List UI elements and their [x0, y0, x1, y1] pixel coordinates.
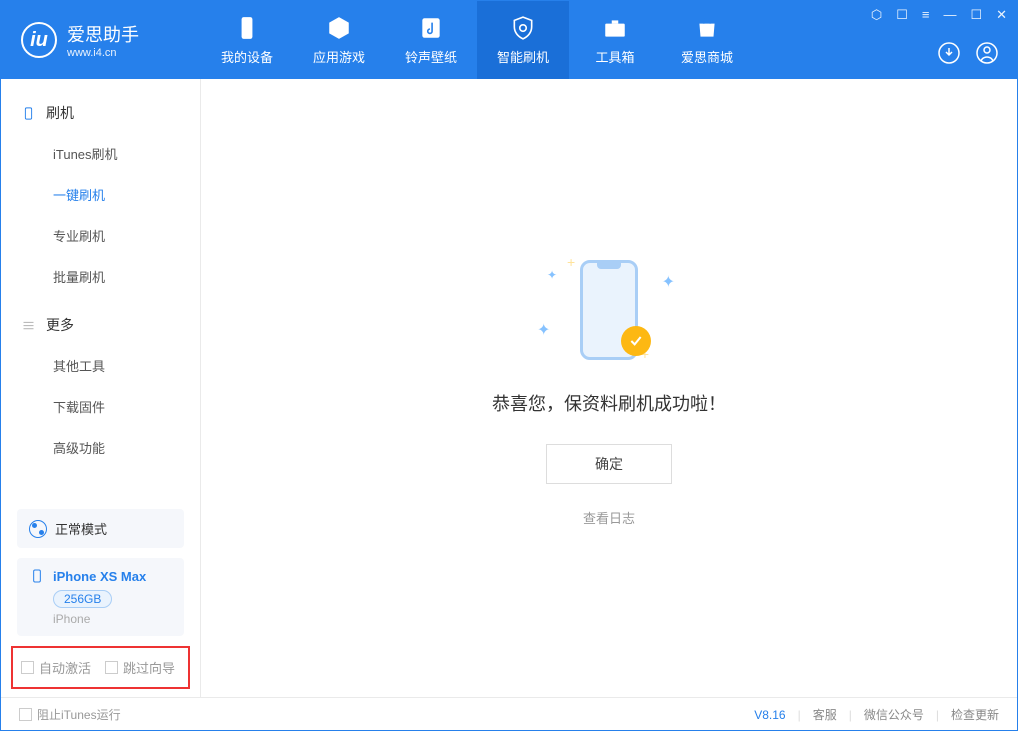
tab-toolbox[interactable]: 工具箱: [569, 1, 661, 79]
sidebar: 刷机 iTunes刷机 一键刷机 专业刷机 批量刷机 更多 其他工具 下载固件 …: [1, 79, 201, 697]
view-log-link[interactable]: 查看日志: [583, 508, 635, 527]
nav-tabs: 我的设备 应用游戏 铃声壁纸 智能刷机 工具箱 爱思商城: [201, 1, 753, 79]
device-type: iPhone: [53, 612, 172, 626]
checkbox-label: 阻止iTunes运行: [37, 706, 121, 723]
checkbox-icon: [105, 661, 118, 674]
menu-icon[interactable]: ≡: [922, 7, 930, 23]
checkbox-label: 自动激活: [39, 658, 91, 677]
music-icon: [418, 15, 444, 41]
tab-label: 爱思商城: [681, 47, 733, 66]
checkbox-icon: [21, 661, 34, 674]
minimize-button[interactable]: —: [943, 7, 956, 23]
device-mode-card[interactable]: 正常模式: [17, 509, 184, 548]
sidebar-header-label: 刷机: [46, 103, 74, 123]
tab-smart-flash[interactable]: 智能刷机: [477, 1, 569, 79]
app-title: 爱思助手: [67, 21, 139, 47]
mode-icon: [29, 520, 47, 538]
close-button[interactable]: ✕: [996, 7, 1007, 23]
checkmark-badge-icon: [621, 326, 651, 356]
cube-icon: [326, 15, 352, 41]
header-actions: [937, 41, 999, 65]
app-header: iu 爱思助手 www.i4.cn 我的设备 应用游戏 铃声壁纸 智能刷机 工具…: [1, 1, 1017, 79]
shirt-icon[interactable]: ⬡: [871, 7, 882, 23]
tab-apps-games[interactable]: 应用游戏: [293, 1, 385, 79]
main-content: ✦ ✦ ✦ + + 恭喜您，保资料刷机成功啦！ 确定 查看日志: [201, 79, 1017, 697]
sidebar-header-more: 更多: [1, 305, 200, 345]
toolbox-icon: [602, 15, 628, 41]
device-icon: [21, 106, 36, 121]
app-url: www.i4.cn: [67, 47, 139, 59]
bag-icon: [694, 15, 720, 41]
maximize-button[interactable]: ☐: [970, 7, 982, 23]
checkbox-skip-guide[interactable]: 跳过向导: [105, 658, 175, 677]
sidebar-item-itunes-flash[interactable]: iTunes刷机: [1, 133, 200, 174]
window-controls: ⬡ ☐ ≡ — ☐ ✕: [871, 7, 1007, 23]
device-mode-label: 正常模式: [55, 519, 107, 538]
feedback-icon[interactable]: ☐: [896, 7, 908, 23]
success-illustration: ✦ ✦ ✦ + +: [529, 250, 689, 370]
tab-ringtones[interactable]: 铃声壁纸: [385, 1, 477, 79]
tab-label: 铃声壁纸: [405, 47, 457, 66]
wechat-link[interactable]: 微信公众号: [864, 706, 924, 723]
tab-label: 应用游戏: [313, 47, 365, 66]
tab-my-device[interactable]: 我的设备: [201, 1, 293, 79]
sidebar-item-batch-flash[interactable]: 批量刷机: [1, 256, 200, 297]
sidebar-item-other-tools[interactable]: 其他工具: [1, 345, 200, 386]
device-storage: 256GB: [53, 590, 112, 608]
success-message: 恭喜您，保资料刷机成功啦！: [492, 390, 726, 416]
sidebar-item-advanced[interactable]: 高级功能: [1, 427, 200, 468]
checkbox-label: 跳过向导: [123, 658, 175, 677]
ok-button[interactable]: 确定: [546, 444, 672, 484]
tab-label: 工具箱: [595, 47, 634, 66]
checkbox-icon: [19, 708, 32, 721]
footer: 阻止iTunes运行 V8.16 | 客服 | 微信公众号 | 检查更新: [1, 697, 1017, 731]
list-icon: [21, 318, 36, 333]
tab-label: 我的设备: [221, 47, 273, 66]
sidebar-header-label: 更多: [46, 315, 74, 335]
app-logo-icon: iu: [21, 22, 57, 58]
device-name: iPhone XS Max: [53, 569, 146, 584]
user-icon[interactable]: [975, 41, 999, 65]
sidebar-item-download-firmware[interactable]: 下载固件: [1, 386, 200, 427]
shield-refresh-icon: [510, 15, 536, 41]
phone-icon: [234, 15, 260, 41]
device-info-card[interactable]: iPhone XS Max 256GB iPhone: [17, 558, 184, 636]
logo-area: iu 爱思助手 www.i4.cn: [1, 21, 201, 59]
checkbox-auto-activate[interactable]: 自动激活: [21, 658, 91, 677]
flash-options-highlighted: 自动激活 跳过向导: [11, 646, 190, 689]
phone-outline-icon: [29, 568, 45, 584]
version-label: V8.16: [754, 708, 785, 722]
support-link[interactable]: 客服: [813, 706, 837, 723]
checkbox-block-itunes[interactable]: 阻止iTunes运行: [19, 706, 121, 723]
sidebar-header-flash: 刷机: [1, 93, 200, 133]
sidebar-item-oneclick-flash[interactable]: 一键刷机: [1, 174, 200, 215]
tab-label: 智能刷机: [497, 47, 549, 66]
download-icon[interactable]: [937, 41, 961, 65]
tab-store[interactable]: 爱思商城: [661, 1, 753, 79]
check-update-link[interactable]: 检查更新: [951, 706, 999, 723]
sidebar-item-pro-flash[interactable]: 专业刷机: [1, 215, 200, 256]
